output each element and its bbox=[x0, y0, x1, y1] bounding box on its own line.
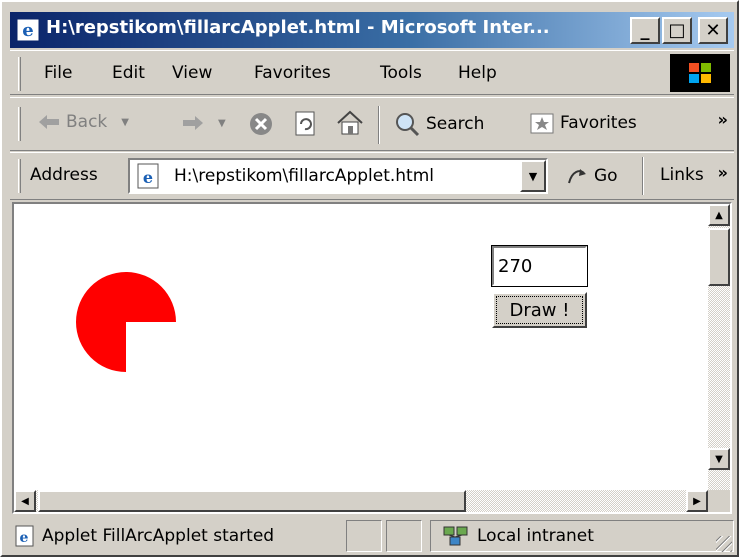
forward-button[interactable]: ▼ bbox=[182, 114, 226, 132]
toolbar-overflow-chevron-icon[interactable]: » bbox=[718, 110, 728, 129]
scroll-right-icon[interactable]: ▶ bbox=[686, 490, 708, 512]
status-page-icon: e bbox=[15, 525, 34, 547]
toolbar-grip[interactable] bbox=[18, 107, 21, 141]
back-label: Back bbox=[66, 112, 108, 132]
draw-button[interactable]: Draw ! bbox=[492, 292, 587, 328]
toolbar-separator bbox=[378, 106, 380, 144]
window-title: H:\repstikom\fillarcApplet.html - Micros… bbox=[46, 17, 550, 38]
refresh-icon[interactable] bbox=[294, 111, 318, 137]
favorites-label: Favorites bbox=[560, 113, 637, 133]
address-label: Address bbox=[30, 165, 98, 185]
page-icon: e bbox=[137, 163, 159, 189]
standard-toolbar: Back ▼ ▼ Search Favorites » bbox=[10, 97, 734, 151]
resize-grip-icon[interactable] bbox=[716, 536, 732, 552]
address-separator bbox=[642, 157, 644, 195]
address-dropdown-icon[interactable]: ▼ bbox=[520, 160, 546, 192]
menu-favorites[interactable]: Favorites bbox=[254, 63, 331, 83]
local-intranet-icon bbox=[443, 526, 468, 546]
title-bar[interactable]: e H:\repstikom\fillarcApplet.html - Micr… bbox=[10, 12, 734, 48]
menu-grip[interactable] bbox=[18, 57, 21, 91]
links-label[interactable]: Links bbox=[660, 165, 704, 185]
search-icon bbox=[396, 113, 420, 137]
filled-arc bbox=[76, 272, 176, 372]
windows-logo-icon bbox=[670, 54, 730, 92]
menu-edit[interactable]: Edit bbox=[112, 63, 145, 83]
menu-tools[interactable]: Tools bbox=[380, 63, 422, 83]
scroll-down-icon[interactable]: ▼ bbox=[708, 448, 730, 470]
search-label: Search bbox=[426, 114, 485, 134]
forward-arrow-icon bbox=[183, 116, 203, 130]
status-message: Applet FillArcApplet started bbox=[42, 526, 275, 546]
go-button[interactable]: Go bbox=[566, 165, 618, 187]
address-field[interactable]: e H:\repstikom\fillarcApplet.html ▼ bbox=[128, 158, 548, 194]
address-url: H:\repstikom\fillarcApplet.html bbox=[174, 166, 434, 186]
maximize-button[interactable]: □ bbox=[662, 17, 692, 44]
back-button[interactable]: Back ▼ bbox=[38, 112, 129, 132]
horizontal-scrollbar[interactable]: ◀ ▶ bbox=[14, 490, 708, 512]
favorites-button[interactable]: Favorites bbox=[530, 111, 637, 135]
page-content: Draw ! ▲ ▼ ◀ ▶ bbox=[12, 202, 732, 514]
stop-icon[interactable] bbox=[248, 111, 274, 137]
vertical-scroll-thumb[interactable] bbox=[708, 228, 730, 286]
status-panel bbox=[346, 520, 382, 552]
back-dropdown-icon[interactable]: ▼ bbox=[121, 117, 129, 128]
address-bar: Address e H:\repstikom\fillarcApplet.htm… bbox=[10, 152, 734, 200]
security-zone-label: Local intranet bbox=[477, 526, 594, 546]
status-bar: e Applet FillArcApplet started Local int… bbox=[10, 516, 734, 554]
forward-dropdown-icon[interactable]: ▼ bbox=[218, 118, 226, 129]
status-zone-panel: Local intranet bbox=[430, 520, 734, 552]
address-grip[interactable] bbox=[18, 159, 21, 193]
scrollbar-corner bbox=[708, 490, 730, 512]
angle-input[interactable] bbox=[491, 245, 588, 287]
svg-text:e: e bbox=[143, 168, 153, 187]
go-label: Go bbox=[594, 166, 618, 186]
status-panel bbox=[386, 520, 422, 552]
menu-help[interactable]: Help bbox=[458, 63, 497, 83]
go-arrow-icon bbox=[568, 169, 586, 184]
menu-view[interactable]: View bbox=[172, 63, 212, 83]
vertical-scrollbar[interactable]: ▲ ▼ bbox=[708, 204, 730, 492]
minimize-button[interactable]: _ bbox=[630, 17, 660, 44]
menu-file[interactable]: File bbox=[44, 63, 72, 83]
favorites-star-icon bbox=[530, 113, 554, 134]
svg-text:e: e bbox=[20, 530, 29, 546]
svg-text:e: e bbox=[22, 20, 33, 41]
ie-logo-icon: e bbox=[16, 18, 40, 42]
horizontal-scroll-thumb[interactable] bbox=[38, 490, 466, 512]
links-overflow-chevron-icon[interactable]: » bbox=[718, 163, 728, 182]
back-arrow-icon bbox=[39, 115, 59, 129]
scroll-up-icon[interactable]: ▲ bbox=[708, 204, 730, 226]
search-button[interactable]: Search bbox=[394, 111, 484, 137]
home-icon[interactable] bbox=[336, 110, 364, 136]
browser-window: e H:\repstikom\fillarcApplet.html - Micr… bbox=[0, 0, 739, 557]
scroll-left-icon[interactable]: ◀ bbox=[14, 490, 36, 512]
menu-bar: File Edit View Favorites Tools Help bbox=[10, 50, 734, 95]
close-button[interactable]: ✕ bbox=[698, 17, 728, 44]
